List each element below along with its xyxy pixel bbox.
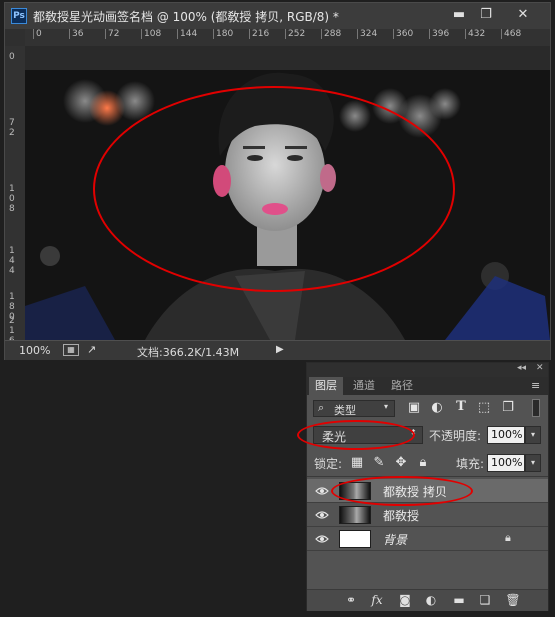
tab-channels[interactable]: 通道 — [347, 377, 381, 395]
ruler-tick-label: 216 — [249, 29, 269, 39]
panel-tab-bar: 图层 通道 路径 ≡ — [307, 377, 548, 395]
document-title-bar[interactable]: Ps 都敎授星光动画签名档 @ 100% (都敎授 拷贝, RGB/8) * ▬… — [5, 3, 550, 29]
fill-input[interactable]: 100% — [487, 454, 525, 472]
ruler-tick-label: 72 — [105, 29, 119, 39]
tab-layers[interactable]: 图层 — [309, 377, 343, 395]
panel-header: ◂◂ ✕ — [307, 363, 548, 377]
document-size: 文档:366.2K/1.43M — [137, 346, 240, 359]
horizontal-ruler[interactable]: 0 36 72 108 144 180 216 252 288 324 360 396 432 468 — [25, 29, 550, 47]
filter-adjustment-icon[interactable]: ◐ — [429, 400, 445, 416]
preview-icon[interactable]: ▦ — [63, 344, 79, 356]
close-icon[interactable]: ✕ — [501, 6, 545, 25]
ruler-tick-label: 180 — [213, 29, 233, 39]
status-menu-arrow-icon[interactable]: ▶ — [276, 344, 284, 355]
ruler-tick-label: 1 4 4 — [9, 246, 15, 276]
layer-thumbnail — [339, 506, 371, 524]
filter-smart-object-icon[interactable]: ❐ — [500, 400, 516, 416]
ruler-tick-label: 252 — [285, 29, 305, 39]
opacity-label: 不透明度: — [429, 429, 482, 443]
ruler-tick-label: 396 — [429, 29, 449, 39]
layer-thumbnail — [339, 530, 371, 548]
eye-icon[interactable] — [315, 484, 329, 498]
fill-value: 100% — [491, 456, 523, 469]
lock-position-icon[interactable]: ✥ — [393, 455, 409, 471]
annotation-ellipse-blend-mode — [297, 420, 415, 450]
document-window: Ps 都敎授星光动画签名档 @ 100% (都敎授 拷贝, RGB/8) * ▬… — [4, 2, 551, 360]
ruler-tick-label: 36 — [69, 29, 83, 39]
collapse-icon[interactable]: ◂◂ — [517, 363, 526, 373]
ruler-tick-label: 0 — [33, 29, 42, 39]
layers-footer: ⚭ fx ◙ ◐ ▬ ❑ 🗑︎ — [307, 589, 548, 611]
filter-kind-label: 类型 — [334, 404, 356, 417]
filter-pixel-icon[interactable]: ▣ — [406, 400, 422, 416]
photoshop-logo-icon: Ps — [11, 8, 27, 24]
ruler-tick-label: 432 — [465, 29, 485, 39]
ruler-tick-label: 288 — [321, 29, 341, 39]
chevron-down-icon: ▾ — [384, 402, 389, 411]
fx-icon[interactable]: fx — [369, 593, 385, 608]
lock-paint-icon[interactable]: ✎ — [371, 455, 387, 471]
fill-dropdown-icon[interactable]: ▾ — [525, 454, 541, 472]
lock-transparent-icon[interactable]: ▦ — [349, 455, 365, 471]
search-icon: ⌕ — [318, 401, 325, 414]
mask-icon[interactable]: ◙ — [397, 593, 413, 608]
annotation-ellipse-layer — [331, 476, 473, 506]
adjustment-icon[interactable]: ◐ — [423, 593, 439, 608]
ruler-tick-label: 0 — [9, 52, 15, 62]
folder-icon[interactable]: ▬ — [451, 593, 467, 608]
ruler-tick-label: 144 — [177, 29, 197, 39]
fill-label: 填充: — [456, 457, 485, 471]
eye-icon[interactable] — [315, 508, 329, 522]
trash-icon[interactable]: 🗑︎ — [505, 593, 521, 608]
filter-toggle-switch[interactable] — [532, 399, 540, 417]
layer-name[interactable]: 背景 — [383, 531, 407, 548]
ruler-tick-label: 468 — [501, 29, 521, 39]
lock-label: 锁定: — [314, 457, 343, 471]
ruler-tick-label: 324 — [357, 29, 377, 39]
ruler-tick-label: 7 2 — [9, 118, 15, 138]
panel-close-icon[interactable]: ✕ — [536, 363, 544, 373]
layers-panel: ◂◂ ✕ 图层 通道 路径 ≡ ⌕ 类型 ▾ ▣ ◐ T ⬚ ❐ 柔光 ⬍ 不透… — [297, 362, 549, 611]
layer-row-original[interactable]: 都敎授 — [307, 503, 548, 527]
minimize-icon[interactable]: ▬ — [446, 6, 472, 25]
eye-icon[interactable] — [315, 532, 329, 546]
annotation-ellipse-canvas — [93, 86, 455, 292]
filter-kind-select[interactable]: ⌕ 类型 ▾ — [313, 400, 395, 417]
layer-row-background[interactable]: 背景 🔒︎ — [307, 527, 548, 551]
ruler-corner — [5, 29, 25, 46]
filter-shape-icon[interactable]: ⬚ — [476, 400, 492, 416]
opacity-value: 100% — [491, 428, 523, 441]
lock-icon: 🔒︎ — [505, 531, 511, 544]
new-layer-icon[interactable]: ❑ — [477, 593, 493, 608]
ruler-tick-label: 1 0 8 — [9, 184, 15, 214]
opacity-input[interactable]: 100% — [487, 426, 525, 444]
ruler-tick-label: 360 — [393, 29, 413, 39]
opacity-dropdown-icon[interactable]: ▾ — [525, 426, 541, 444]
document-title: 都敎授星光动画签名档 @ 100% (都敎授 拷贝, RGB/8) * — [33, 10, 339, 24]
link-icon[interactable]: ⚭ — [343, 593, 359, 608]
lock-all-icon[interactable]: 🔒︎ — [415, 455, 431, 471]
layer-name[interactable]: 都敎授 — [383, 507, 419, 524]
panel-menu-icon[interactable]: ≡ — [531, 379, 540, 392]
maximize-icon[interactable]: ❐ — [473, 6, 499, 25]
share-icon[interactable]: ↗ — [87, 343, 96, 356]
ruler-tick-label: 108 — [141, 29, 161, 39]
filter-type-icon[interactable]: T — [453, 399, 469, 415]
status-bar: 100% ▦ ↗ 文档:366.2K/1.43M ▶ — [5, 340, 550, 360]
zoom-level[interactable]: 100% — [19, 344, 50, 357]
vertical-ruler[interactable]: 07 21 0 81 4 41 8 02 1 6 — [5, 46, 26, 346]
image-canvas[interactable] — [25, 46, 550, 340]
tab-paths[interactable]: 路径 — [385, 377, 419, 395]
